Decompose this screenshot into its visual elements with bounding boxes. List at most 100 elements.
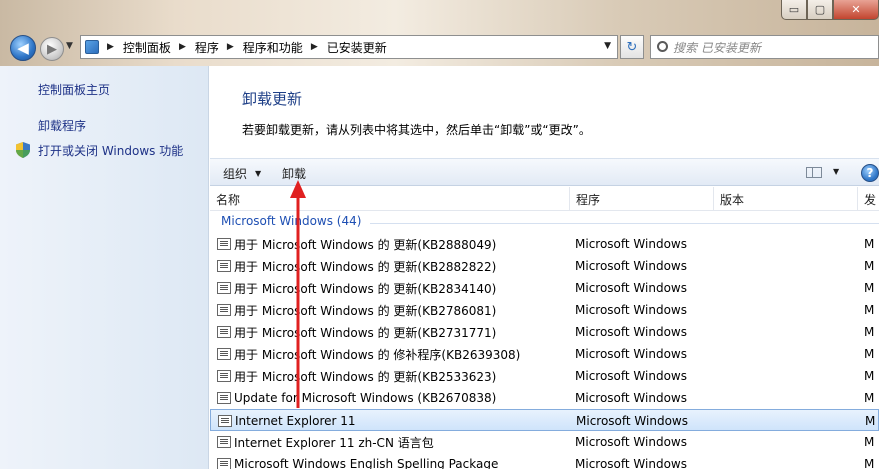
cell-publisher: M: [864, 457, 875, 469]
uninstall-program-link[interactable]: 卸载程序: [38, 117, 86, 134]
cell-program: Microsoft Windows: [575, 347, 687, 361]
update-item-icon: [217, 238, 231, 250]
row-gap: [715, 233, 865, 255]
table-row[interactable]: 用于 Microsoft Windows 的 更新(KB2786081) Micr…: [210, 299, 879, 321]
cell-program: Microsoft Windows: [575, 391, 687, 405]
cell-name: 用于 Microsoft Windows 的 更新(KB2888049): [234, 237, 497, 252]
table-row[interactable]: 用于 Microsoft Windows 的 更新(KB2882822) Micr…: [210, 255, 879, 277]
cell-program: Microsoft Windows: [576, 414, 688, 428]
minimize-button[interactable]: ▭: [781, 0, 807, 20]
table-row[interactable]: 用于 Microsoft Windows 的 更新(KB2731771) Micr…: [210, 321, 879, 343]
cell-program: Microsoft Windows: [575, 435, 687, 449]
view-options-dropdown-icon[interactable]: ▼: [833, 167, 839, 176]
maximize-button[interactable]: ▢: [807, 0, 833, 20]
cell-name: Internet Explorer 11: [235, 414, 356, 428]
row-gap: [715, 255, 865, 277]
column-header-program[interactable]: 程序: [570, 187, 714, 211]
column-publisher-label: 发: [864, 192, 877, 207]
table-row[interactable]: Internet Explorer 11 zh-CN 语言包 Microsoft …: [210, 431, 879, 453]
task-pane: 控制面板主页 卸载程序 打开或关闭 Windows 功能: [0, 66, 209, 469]
table-row[interactable]: Internet Explorer 11 Microsoft Windows M: [210, 409, 879, 431]
group-divider: [370, 223, 879, 224]
cell-name: 用于 Microsoft Windows 的 更新(KB2882822): [234, 259, 497, 274]
chevron-right-icon[interactable]: ▶: [107, 42, 114, 52]
update-item-icon: [217, 348, 231, 360]
update-item-icon: [217, 458, 231, 469]
cell-name: 用于 Microsoft Windows 的 更新(KB2731771): [234, 325, 497, 340]
organize-label: 组织: [223, 167, 248, 181]
cell-name: 用于 Microsoft Windows 的 更新(KB2533623): [234, 369, 497, 384]
table-row[interactable]: 用于 Microsoft Windows 的 更新(KB2533623) Micr…: [210, 365, 879, 387]
refresh-icon: ↻: [626, 39, 638, 55]
table-row[interactable]: 用于 Microsoft Windows 的 更新(KB2888049) Micr…: [210, 233, 879, 255]
cell-publisher: M: [864, 435, 875, 449]
cell-publisher: M: [864, 369, 875, 383]
row-gap: [715, 431, 865, 453]
column-version-label: 版本: [720, 192, 745, 207]
cell-program: Microsoft Windows: [575, 369, 687, 383]
cell-program: Microsoft Windows: [575, 281, 687, 295]
cell-publisher: M: [864, 347, 875, 361]
help-icon: ?: [866, 166, 874, 180]
table-row[interactable]: Update for Microsoft Windows (KB2670838)…: [210, 387, 879, 409]
row-gap: [715, 343, 865, 365]
cell-publisher: M: [865, 414, 876, 428]
update-list: 用于 Microsoft Windows 的 更新(KB2888049) Micr…: [210, 233, 879, 469]
main-content: 卸载更新 若要卸载更新，请从列表中将其选中，然后单击“卸载”或“更改”。 组织 …: [210, 66, 879, 469]
chevron-down-icon: ▼: [255, 169, 262, 178]
row-gap: [715, 321, 865, 343]
table-row[interactable]: 用于 Microsoft Windows 的 更新(KB2834140) Micr…: [210, 277, 879, 299]
cell-program: Microsoft Windows: [575, 457, 687, 469]
minimize-icon: ▭: [788, 3, 800, 16]
row-gap: [715, 299, 865, 321]
column-name-label: 名称: [216, 192, 241, 207]
update-item-icon: [217, 260, 231, 272]
column-header-publisher[interactable]: 发: [858, 187, 879, 211]
update-item-icon: [217, 282, 231, 294]
change-view-icon[interactable]: [806, 167, 822, 178]
chevron-right-icon[interactable]: ▶: [179, 42, 186, 52]
recent-pages-dropdown-icon[interactable]: ▼: [66, 41, 73, 51]
close-button[interactable]: ✕: [833, 0, 879, 20]
forward-arrow-icon: ▶: [47, 41, 57, 57]
breadcrumb-installed-updates[interactable]: 已安装更新: [327, 39, 387, 56]
search-input[interactable]: 搜索 已安装更新: [650, 35, 879, 59]
chevron-right-icon[interactable]: ▶: [311, 42, 318, 52]
table-row[interactable]: 用于 Microsoft Windows 的 修补程序(KB2639308) Mi…: [210, 343, 879, 365]
page-description: 若要卸载更新，请从列表中将其选中，然后单击“卸载”或“更改”。: [242, 123, 591, 137]
navigation-bar: ◀ ▶ ▼ ▶ 控制面板 ▶ 程序 ▶ 程序和功能 ▶ 已安装更新 ▼ ↻ 搜索…: [0, 32, 879, 62]
back-button[interactable]: ◀: [10, 35, 36, 61]
cell-publisher: M: [864, 259, 875, 273]
cell-name: 用于 Microsoft Windows 的 修补程序(KB2639308): [234, 347, 521, 362]
cell-program: Microsoft Windows: [575, 259, 687, 273]
cell-publisher: M: [864, 303, 875, 317]
back-arrow-icon: ◀: [17, 39, 29, 57]
cell-publisher: M: [864, 391, 875, 405]
row-gap: [715, 365, 865, 387]
windows-features-link[interactable]: 打开或关闭 Windows 功能: [38, 142, 183, 159]
update-item-icon: [217, 326, 231, 338]
breadcrumb-programs[interactable]: 程序: [195, 39, 219, 56]
red-annotation-arrow: [290, 180, 306, 408]
cell-publisher: M: [864, 281, 875, 295]
row-gap: [715, 453, 865, 469]
refresh-button[interactable]: ↻: [620, 35, 644, 59]
address-dropdown-icon[interactable]: ▼: [604, 41, 611, 51]
column-header-version[interactable]: 版本: [714, 187, 858, 211]
breadcrumb-control-panel[interactable]: 控制面板: [123, 39, 171, 56]
forward-button[interactable]: ▶: [40, 37, 64, 61]
breadcrumb-programs-features[interactable]: 程序和功能: [243, 39, 303, 56]
control-panel-home-link[interactable]: 控制面板主页: [38, 81, 110, 98]
column-headers: 名称 程序 版本 发: [210, 187, 879, 211]
column-program-label: 程序: [576, 192, 601, 207]
address-bar[interactable]: ▶ 控制面板 ▶ 程序 ▶ 程序和功能 ▶ 已安装更新 ▼: [80, 35, 618, 59]
update-item-icon: [217, 304, 231, 316]
table-row[interactable]: Microsoft Windows English Spelling Packa…: [210, 453, 879, 469]
cell-name: Internet Explorer 11 zh-CN 语言包: [234, 435, 434, 450]
help-button[interactable]: ?: [861, 164, 879, 182]
cell-publisher: M: [864, 237, 875, 251]
command-bar: 组织 ▼ 卸载 ▼ ?: [210, 158, 879, 186]
organize-menu-button[interactable]: 组织 ▼: [223, 165, 261, 182]
chevron-right-icon[interactable]: ▶: [227, 42, 234, 52]
column-header-name[interactable]: 名称: [210, 187, 570, 211]
